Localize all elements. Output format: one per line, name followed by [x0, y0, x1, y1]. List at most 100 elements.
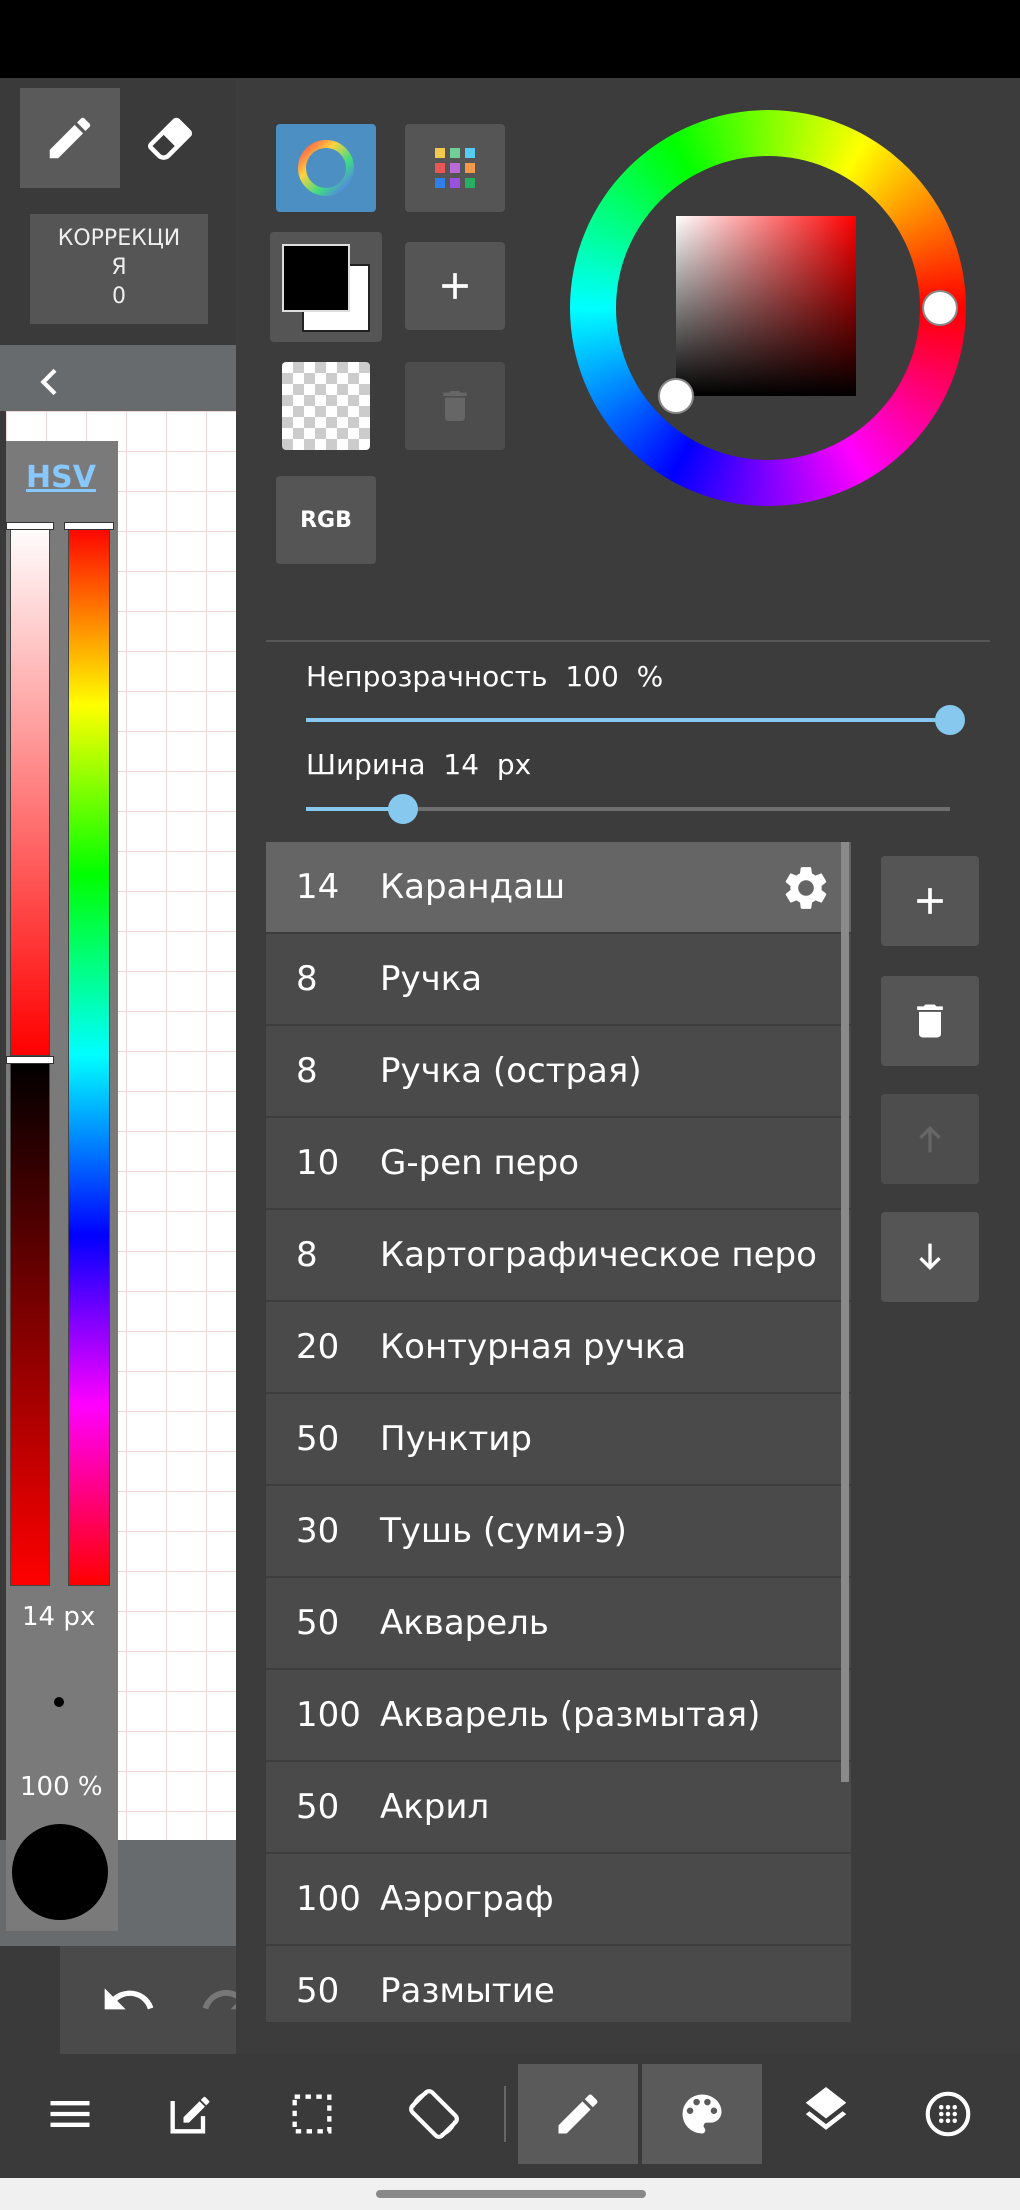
brush-settings-button[interactable] [780, 862, 832, 914]
hue-slider[interactable] [68, 524, 110, 1586]
color-grid-icon [435, 148, 475, 188]
color-wheel-mode-button[interactable] [276, 124, 376, 212]
brush-list-item[interactable]: 50 Акварель [266, 1578, 851, 1670]
transparent-color-button[interactable] [282, 362, 370, 450]
eraser-icon [148, 117, 192, 160]
hsv-mode-link[interactable]: HSV [26, 460, 96, 495]
home-indicator[interactable] [376, 2190, 646, 2198]
add-color-button[interactable] [405, 242, 505, 330]
brush-size: 20 [296, 1327, 340, 1367]
gear-icon [785, 867, 827, 909]
arrow-up-icon [919, 1126, 941, 1153]
brush-size: 100 [296, 1695, 361, 1735]
rgb-label: RGB [300, 507, 352, 533]
add-brush-button[interactable] [881, 856, 979, 946]
opacity-slider-thumb[interactable] [935, 705, 965, 735]
palette-grid-button[interactable] [405, 124, 505, 212]
move-brush-up-button[interactable] [881, 1094, 979, 1184]
redo-button[interactable] [200, 1972, 236, 2032]
palette-icon [682, 2094, 722, 2134]
opacity-slider[interactable] [306, 718, 950, 722]
sv-handle[interactable] [658, 378, 694, 414]
color-wheel-icon [298, 140, 354, 196]
opacity-label: Непрозрачность 100 % [306, 660, 664, 693]
brush-name: Ручка (острая) [380, 1051, 642, 1091]
move-brush-down-button[interactable] [881, 1212, 979, 1302]
brush-list-item[interactable]: 14 Карандаш [266, 842, 851, 934]
correction-button[interactable]: КОРРЕКЦИ Я 0 [30, 214, 208, 324]
rotate-icon [409, 2089, 459, 2139]
brush-list-item[interactable]: 50 Акрил [266, 1762, 851, 1854]
brush-name: Акварель (размытая) [380, 1695, 761, 1735]
delete-color-button[interactable] [405, 362, 505, 450]
width-slider-thumb[interactable] [387, 794, 418, 824]
eraser-tool-button[interactable] [120, 88, 220, 188]
brush-size: 50 [296, 1603, 340, 1643]
status-bar [0, 0, 1020, 78]
opacity-slider-fill [306, 718, 950, 722]
hue-marker[interactable] [64, 522, 114, 530]
brush-name: Ручка [380, 959, 483, 999]
brush-list-item[interactable]: 50 Пунктир [266, 1394, 851, 1486]
brush-name: Картографическое перо [380, 1235, 817, 1275]
layers-tab[interactable] [766, 2064, 886, 2164]
edit-button[interactable] [130, 2064, 250, 2164]
brush-list-item[interactable]: 100 Аэрограф [266, 1854, 851, 1946]
selection-icon [292, 2094, 332, 2134]
brush-size: 30 [296, 1511, 340, 1551]
pencil-tool-button[interactable] [20, 88, 120, 188]
brush-list-item[interactable]: 10 G-pen перо [266, 1118, 851, 1210]
value-marker[interactable] [6, 1056, 54, 1064]
hue-ring-handle[interactable] [922, 290, 958, 326]
brush-size: 50 [296, 1971, 340, 2011]
undo-button[interactable] [100, 1972, 160, 2032]
collapse-panel-button[interactable] [30, 362, 70, 402]
plus-icon [442, 273, 468, 299]
brush-size: 8 [296, 1235, 318, 1275]
selection-button[interactable] [252, 2064, 372, 2164]
pencil-icon [49, 117, 91, 159]
brush-list[interactable]: 14 Карандаш 8 Ручка 8 Ручка (острая) 10 G-pen п… [266, 842, 851, 2022]
menu-icon [50, 2101, 90, 2127]
saturation-marker[interactable] [6, 522, 54, 530]
brush-size: 8 [296, 959, 318, 999]
brush-size: 50 [296, 1787, 340, 1827]
brush-list-item[interactable]: 50 Размытие [266, 1946, 851, 2022]
width-label: Ширина 14 px [306, 748, 532, 781]
brush-list-item[interactable]: 20 Контурная ручка [266, 1302, 851, 1394]
grid-circle-icon [925, 2091, 971, 2137]
trash-icon [443, 391, 467, 421]
current-color-swatch[interactable] [12, 1824, 108, 1920]
brush-size-label: 14 px [22, 1602, 96, 1632]
chevron-left-icon [40, 368, 57, 396]
brush-list-item[interactable]: 30 Тушь (суми-э) [266, 1486, 851, 1578]
color-tab[interactable] [642, 2064, 762, 2164]
brush-size: 14 [296, 867, 340, 907]
navigator-tab[interactable] [888, 2064, 1008, 2164]
foreground-color-swatch [282, 244, 350, 312]
undo-icon [104, 1988, 154, 2010]
brush-list-item[interactable]: 100 Акварель (размытая) [266, 1670, 851, 1762]
brush-name: Аэрограф [380, 1879, 554, 1919]
menu-button[interactable] [10, 2064, 130, 2164]
brush-tool-tab[interactable] [518, 2064, 638, 2164]
brush-size-preview [54, 1697, 64, 1707]
brush-name: Акварель [380, 1603, 549, 1643]
brush-size: 50 [296, 1419, 340, 1459]
layers-icon [805, 2087, 847, 2130]
brush-size: 100 [296, 1879, 361, 1919]
fg-bg-color-button[interactable] [270, 232, 382, 342]
brush-name: Пунктир [380, 1419, 532, 1459]
brush-list-scrollbar[interactable] [841, 842, 849, 1782]
rotate-canvas-button[interactable] [374, 2064, 494, 2164]
value-slider[interactable] [10, 1060, 50, 1586]
brush-list-item[interactable]: 8 Ручка (острая) [266, 1026, 851, 1118]
brush-list-item[interactable]: 8 Картографическое перо [266, 1210, 851, 1302]
saturation-value-square[interactable] [676, 216, 856, 396]
brush-name: G-pen перо [380, 1143, 580, 1183]
rgb-mode-button[interactable]: RGB [276, 476, 376, 564]
saturation-slider[interactable] [10, 524, 50, 1056]
brush-list-item[interactable]: 8 Ручка [266, 934, 851, 1026]
brush-name: Контурная ручка [380, 1327, 687, 1367]
delete-brush-button[interactable] [881, 976, 979, 1066]
